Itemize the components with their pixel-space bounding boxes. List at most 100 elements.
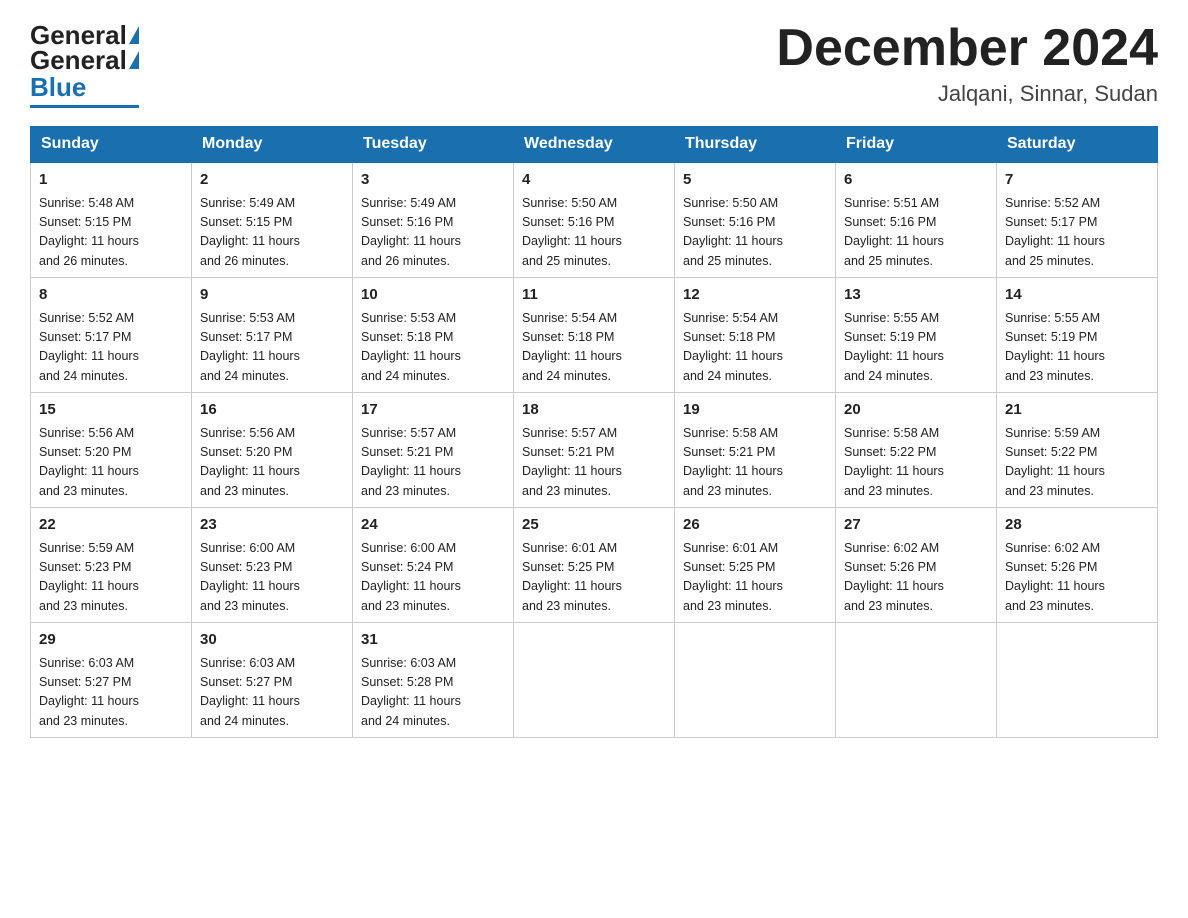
day-number: 30	[200, 629, 344, 652]
day-number: 17	[361, 399, 505, 422]
calendar-cell: 13Sunrise: 5:55 AMSunset: 5:19 PMDayligh…	[836, 278, 997, 393]
calendar-week-row: 22Sunrise: 5:59 AMSunset: 5:23 PMDayligh…	[31, 508, 1158, 623]
day-number: 16	[200, 399, 344, 422]
day-number: 18	[522, 399, 666, 422]
calendar-cell	[997, 623, 1158, 738]
day-number: 15	[39, 399, 183, 422]
day-info: Sunrise: 5:52 AMSunset: 5:17 PMDaylight:…	[39, 309, 183, 387]
day-number: 21	[1005, 399, 1149, 422]
page-header: General General Blue December 2024 Jalqa…	[30, 20, 1158, 108]
calendar-cell: 25Sunrise: 6:01 AMSunset: 5:25 PMDayligh…	[514, 508, 675, 623]
day-number: 4	[522, 169, 666, 192]
calendar-cell: 18Sunrise: 5:57 AMSunset: 5:21 PMDayligh…	[514, 393, 675, 508]
day-info: Sunrise: 5:58 AMSunset: 5:21 PMDaylight:…	[683, 424, 827, 502]
calendar-cell: 12Sunrise: 5:54 AMSunset: 5:18 PMDayligh…	[675, 278, 836, 393]
day-header-sunday: Sunday	[31, 127, 192, 163]
day-info: Sunrise: 5:59 AMSunset: 5:23 PMDaylight:…	[39, 539, 183, 617]
day-number: 20	[844, 399, 988, 422]
logo: General General Blue	[30, 20, 139, 108]
calendar-cell: 17Sunrise: 5:57 AMSunset: 5:21 PMDayligh…	[353, 393, 514, 508]
day-number: 7	[1005, 169, 1149, 192]
day-number: 6	[844, 169, 988, 192]
calendar-cell: 2Sunrise: 5:49 AMSunset: 5:15 PMDaylight…	[192, 162, 353, 278]
calendar-cell: 16Sunrise: 5:56 AMSunset: 5:20 PMDayligh…	[192, 393, 353, 508]
calendar-cell: 28Sunrise: 6:02 AMSunset: 5:26 PMDayligh…	[997, 508, 1158, 623]
calendar-cell: 22Sunrise: 5:59 AMSunset: 5:23 PMDayligh…	[31, 508, 192, 623]
calendar-cell	[836, 623, 997, 738]
logo-triangle-icon2	[129, 51, 139, 69]
day-info: Sunrise: 5:50 AMSunset: 5:16 PMDaylight:…	[522, 194, 666, 272]
calendar-cell: 11Sunrise: 5:54 AMSunset: 5:18 PMDayligh…	[514, 278, 675, 393]
day-header-saturday: Saturday	[997, 127, 1158, 163]
day-header-monday: Monday	[192, 127, 353, 163]
day-number: 10	[361, 284, 505, 307]
day-number: 8	[39, 284, 183, 307]
day-header-wednesday: Wednesday	[514, 127, 675, 163]
day-info: Sunrise: 5:56 AMSunset: 5:20 PMDaylight:…	[200, 424, 344, 502]
day-info: Sunrise: 5:53 AMSunset: 5:17 PMDaylight:…	[200, 309, 344, 387]
calendar-week-row: 29Sunrise: 6:03 AMSunset: 5:27 PMDayligh…	[31, 623, 1158, 738]
calendar-cell: 30Sunrise: 6:03 AMSunset: 5:27 PMDayligh…	[192, 623, 353, 738]
calendar-cell: 26Sunrise: 6:01 AMSunset: 5:25 PMDayligh…	[675, 508, 836, 623]
calendar-cell: 15Sunrise: 5:56 AMSunset: 5:20 PMDayligh…	[31, 393, 192, 508]
day-info: Sunrise: 6:03 AMSunset: 5:28 PMDaylight:…	[361, 654, 505, 732]
day-number: 26	[683, 514, 827, 537]
day-number: 2	[200, 169, 344, 192]
day-info: Sunrise: 6:03 AMSunset: 5:27 PMDaylight:…	[39, 654, 183, 732]
day-info: Sunrise: 6:03 AMSunset: 5:27 PMDaylight:…	[200, 654, 344, 732]
day-number: 9	[200, 284, 344, 307]
day-number: 24	[361, 514, 505, 537]
day-number: 13	[844, 284, 988, 307]
day-info: Sunrise: 5:55 AMSunset: 5:19 PMDaylight:…	[1005, 309, 1149, 387]
calendar-cell: 19Sunrise: 5:58 AMSunset: 5:21 PMDayligh…	[675, 393, 836, 508]
day-info: Sunrise: 5:57 AMSunset: 5:21 PMDaylight:…	[522, 424, 666, 502]
day-number: 28	[1005, 514, 1149, 537]
day-number: 11	[522, 284, 666, 307]
day-header-thursday: Thursday	[675, 127, 836, 163]
calendar-cell: 27Sunrise: 6:02 AMSunset: 5:26 PMDayligh…	[836, 508, 997, 623]
day-info: Sunrise: 5:54 AMSunset: 5:18 PMDaylight:…	[683, 309, 827, 387]
day-number: 19	[683, 399, 827, 422]
day-info: Sunrise: 5:54 AMSunset: 5:18 PMDaylight:…	[522, 309, 666, 387]
calendar-cell: 5Sunrise: 5:50 AMSunset: 5:16 PMDaylight…	[675, 162, 836, 278]
day-info: Sunrise: 5:59 AMSunset: 5:22 PMDaylight:…	[1005, 424, 1149, 502]
logo-blue-text: Blue	[30, 72, 86, 103]
day-number: 5	[683, 169, 827, 192]
day-info: Sunrise: 6:01 AMSunset: 5:25 PMDaylight:…	[683, 539, 827, 617]
day-info: Sunrise: 5:52 AMSunset: 5:17 PMDaylight:…	[1005, 194, 1149, 272]
day-number: 1	[39, 169, 183, 192]
day-number: 25	[522, 514, 666, 537]
day-info: Sunrise: 6:02 AMSunset: 5:26 PMDaylight:…	[844, 539, 988, 617]
calendar-table: SundayMondayTuesdayWednesdayThursdayFrid…	[30, 126, 1158, 738]
calendar-cell	[514, 623, 675, 738]
calendar-cell: 20Sunrise: 5:58 AMSunset: 5:22 PMDayligh…	[836, 393, 997, 508]
calendar-cell: 24Sunrise: 6:00 AMSunset: 5:24 PMDayligh…	[353, 508, 514, 623]
calendar-cell: 3Sunrise: 5:49 AMSunset: 5:16 PMDaylight…	[353, 162, 514, 278]
day-number: 22	[39, 514, 183, 537]
day-info: Sunrise: 5:49 AMSunset: 5:15 PMDaylight:…	[200, 194, 344, 272]
logo-underline	[30, 105, 139, 108]
calendar-cell: 8Sunrise: 5:52 AMSunset: 5:17 PMDaylight…	[31, 278, 192, 393]
day-header-tuesday: Tuesday	[353, 127, 514, 163]
calendar-cell: 9Sunrise: 5:53 AMSunset: 5:17 PMDaylight…	[192, 278, 353, 393]
calendar-cell	[675, 623, 836, 738]
calendar-cell: 4Sunrise: 5:50 AMSunset: 5:16 PMDaylight…	[514, 162, 675, 278]
calendar-cell: 7Sunrise: 5:52 AMSunset: 5:17 PMDaylight…	[997, 162, 1158, 278]
day-header-friday: Friday	[836, 127, 997, 163]
calendar-header-row: SundayMondayTuesdayWednesdayThursdayFrid…	[31, 127, 1158, 163]
calendar-cell: 31Sunrise: 6:03 AMSunset: 5:28 PMDayligh…	[353, 623, 514, 738]
day-info: Sunrise: 5:48 AMSunset: 5:15 PMDaylight:…	[39, 194, 183, 272]
day-number: 12	[683, 284, 827, 307]
day-info: Sunrise: 5:50 AMSunset: 5:16 PMDaylight:…	[683, 194, 827, 272]
calendar-cell: 29Sunrise: 6:03 AMSunset: 5:27 PMDayligh…	[31, 623, 192, 738]
day-info: Sunrise: 5:53 AMSunset: 5:18 PMDaylight:…	[361, 309, 505, 387]
calendar-week-row: 8Sunrise: 5:52 AMSunset: 5:17 PMDaylight…	[31, 278, 1158, 393]
day-number: 27	[844, 514, 988, 537]
calendar-cell: 21Sunrise: 5:59 AMSunset: 5:22 PMDayligh…	[997, 393, 1158, 508]
day-number: 14	[1005, 284, 1149, 307]
day-number: 3	[361, 169, 505, 192]
day-info: Sunrise: 6:01 AMSunset: 5:25 PMDaylight:…	[522, 539, 666, 617]
title-block: December 2024 Jalqani, Sinnar, Sudan	[776, 20, 1158, 107]
day-info: Sunrise: 6:00 AMSunset: 5:24 PMDaylight:…	[361, 539, 505, 617]
calendar-location: Jalqani, Sinnar, Sudan	[776, 81, 1158, 107]
